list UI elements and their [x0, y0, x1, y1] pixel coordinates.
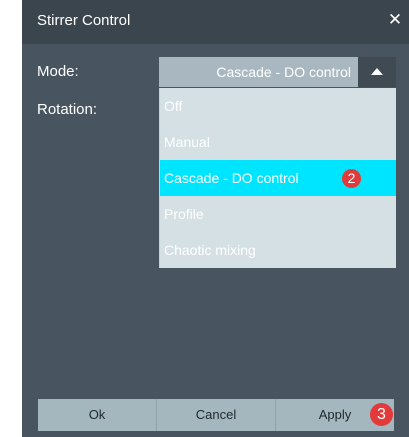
stirrer-control-dialog: Stirrer Control ✕ Mode: Rotation: Cascad… — [22, 0, 409, 437]
close-icon[interactable]: ✕ — [387, 10, 403, 30]
page: Stirrer Control ✕ Mode: Rotation: Cascad… — [0, 0, 409, 437]
dialog-footer: Ok Cancel Apply — [38, 399, 394, 431]
mode-option-cascade-do-control[interactable]: Cascade - DO control 2 — [160, 160, 396, 196]
step-marker-3: 3 — [370, 403, 393, 426]
mode-label: Mode: — [37, 63, 79, 80]
mode-option-manual[interactable]: Manual — [160, 124, 396, 160]
mode-option-profile[interactable]: Profile — [160, 196, 396, 232]
dialog-titlebar: Stirrer Control ✕ — [22, 0, 409, 44]
mode-option-off[interactable]: Off — [160, 88, 396, 124]
mode-select-value: Cascade - DO control — [216, 64, 351, 80]
option-label: Profile — [164, 206, 204, 222]
option-label: Cascade - DO control — [164, 170, 299, 186]
rotation-label: Rotation: — [37, 101, 98, 118]
dialog-title: Stirrer Control — [37, 12, 131, 29]
dropdown-toggle-button[interactable] — [358, 57, 396, 87]
option-label: Manual — [164, 134, 210, 150]
ok-button[interactable]: Ok — [38, 399, 156, 431]
mode-dropdown-list: Off Manual Cascade - DO control 2 Profil… — [159, 88, 396, 268]
mode-option-chaotic-mixing[interactable]: Chaotic mixing — [160, 232, 396, 268]
option-label: Chaotic mixing — [164, 242, 256, 258]
chevron-up-icon — [371, 68, 383, 75]
mode-select[interactable]: Cascade - DO control — [159, 57, 396, 87]
step-marker-2: 2 — [342, 169, 361, 188]
option-label: Off — [164, 98, 183, 114]
cancel-button[interactable]: Cancel — [157, 399, 275, 431]
